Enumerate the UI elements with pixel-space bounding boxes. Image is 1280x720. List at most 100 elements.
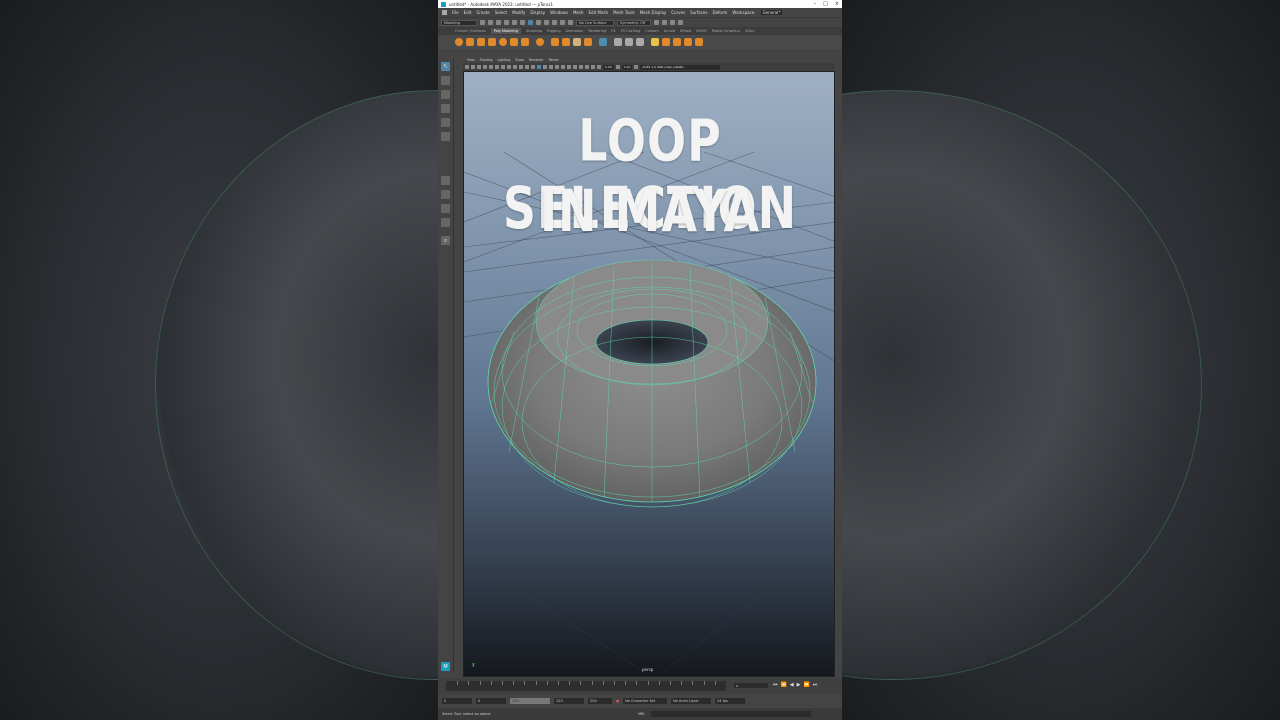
menu-mesh[interactable]: Mesh <box>573 10 584 15</box>
grid-toggle-icon[interactable] <box>489 65 493 69</box>
resolution-gate-icon[interactable] <box>501 65 505 69</box>
field-chart-icon[interactable] <box>513 65 517 69</box>
anim-layer-dropdown[interactable]: No Anim Layer <box>671 698 712 704</box>
target-weld-icon[interactable] <box>662 38 670 46</box>
isolate-select-icon[interactable] <box>579 65 583 69</box>
undo-icon[interactable] <box>504 20 509 25</box>
single-view-icon[interactable] <box>441 176 450 185</box>
shelf-tab-fx-caching[interactable]: FX Caching <box>621 29 641 33</box>
search-icon[interactable]: ⌕ <box>441 236 450 245</box>
bridge-icon[interactable] <box>625 38 633 46</box>
home-icon[interactable] <box>442 10 447 15</box>
fps-dropdown[interactable]: 24 fps <box>715 698 746 704</box>
gate-mask-icon[interactable] <box>507 65 511 69</box>
animation-start-field[interactable]: 0 <box>442 698 472 704</box>
shadows-icon[interactable] <box>555 65 559 69</box>
playback-end-field[interactable]: 120 <box>554 698 584 704</box>
safe-action-icon[interactable] <box>519 65 523 69</box>
snap-grid-icon[interactable] <box>544 20 549 25</box>
menu-create[interactable]: Create <box>476 10 489 15</box>
poly-disc-icon[interactable] <box>521 38 529 46</box>
smooth-icon[interactable] <box>695 38 703 46</box>
symmetry-dropdown[interactable]: Symmetry: Off <box>617 19 651 26</box>
menu-curves[interactable]: Curves <box>671 10 685 15</box>
menu-file[interactable]: File <box>452 10 459 15</box>
panel-menu-view[interactable]: View <box>467 58 475 62</box>
exposure-icon[interactable] <box>597 65 601 69</box>
gamma-field[interactable]: 1.00 <box>621 64 633 70</box>
select-tool-icon[interactable]: ↖ <box>441 62 450 71</box>
shelf-tab-custom[interactable]: Custom <box>645 29 658 33</box>
shelf-tab-xgen[interactable]: XGen <box>745 29 754 33</box>
mirror-icon[interactable] <box>599 38 607 46</box>
shelf-tab-fx[interactable]: FX <box>611 29 615 33</box>
time-slider[interactable]: 0 ⏮ ⏪ ◀ ▶ ⏩ ⏭ <box>438 678 842 694</box>
poly-cube-icon[interactable] <box>466 38 474 46</box>
step-back-icon[interactable]: ⏪ <box>781 682 787 688</box>
ipr-render-icon[interactable] <box>662 20 667 25</box>
shelf-tab-rendering[interactable]: Rendering <box>588 29 606 33</box>
close-button[interactable]: × <box>835 1 839 7</box>
hypershade-icon[interactable] <box>678 20 683 25</box>
shelf-tab-poly-modeling[interactable]: Poly Modeling <box>490 28 521 34</box>
play-back-icon[interactable]: ◀ <box>790 682 794 688</box>
persp-outliner-icon[interactable] <box>441 204 450 213</box>
live-surface-field[interactable]: No Live Surface <box>576 19 614 26</box>
shelf-tab-rigging[interactable]: Rigging <box>547 29 560 33</box>
play-forward-icon[interactable]: ▶ <box>797 682 801 688</box>
bookmark-icon[interactable] <box>477 65 481 69</box>
animation-end-field[interactable]: 200 <box>588 698 612 704</box>
shelf-tab-arnold[interactable]: Arnold <box>664 29 675 33</box>
perspective-viewport[interactable]: LOOP SELECTION IN MAYA y persp <box>463 71 835 677</box>
shelf-tab-mash[interactable]: MASH <box>696 29 706 33</box>
move-tool-icon[interactable] <box>441 104 450 113</box>
snap-point-icon[interactable] <box>560 20 565 25</box>
combine-icon[interactable] <box>584 38 592 46</box>
motion-blur-icon[interactable] <box>567 65 571 69</box>
exposure-field[interactable]: 0.00 <box>603 64 614 70</box>
wireframe-on-shaded-icon[interactable] <box>537 65 541 69</box>
maximize-button[interactable]: □ <box>823 1 828 7</box>
smooth-shade-icon[interactable] <box>531 65 535 69</box>
shelf-tab-curves-surfaces[interactable]: Curves / Surfaces <box>455 29 486 33</box>
camera-attributes-icon[interactable] <box>471 65 475 69</box>
extrude-icon[interactable] <box>614 38 622 46</box>
poly-plane-icon[interactable] <box>510 38 518 46</box>
gamma-icon[interactable] <box>615 65 620 69</box>
menu-edit[interactable]: Edit <box>464 10 472 15</box>
ambient-occlusion-icon[interactable] <box>561 65 565 69</box>
go-to-start-icon[interactable]: ⏮ <box>773 682 778 688</box>
xray-icon[interactable] <box>585 65 589 69</box>
menu-mesh-tools[interactable]: Mesh Tools <box>613 10 635 15</box>
paint-select-tool-icon[interactable] <box>441 90 450 99</box>
polygon-type-icon[interactable] <box>562 38 570 46</box>
svg-icon[interactable] <box>573 38 581 46</box>
menu-modify[interactable]: Modify <box>512 10 525 15</box>
image-plane-icon[interactable] <box>483 65 487 69</box>
colorspace-dropdown[interactable]: ACES 1.0 SDR-video (sRGB) <box>640 64 721 70</box>
time-slider-track[interactable] <box>446 681 726 691</box>
menu-mesh-display[interactable]: Mesh Display <box>640 10 667 15</box>
shelf-tab-bifrost[interactable]: Bifrost <box>680 29 691 33</box>
render-icon[interactable] <box>654 20 659 25</box>
attribute-editor-tabs[interactable] <box>835 57 842 677</box>
panel-menu-show[interactable]: Show <box>515 58 524 62</box>
poly-cylinder-icon[interactable] <box>477 38 485 46</box>
new-scene-icon[interactable] <box>480 20 485 25</box>
anti-aliasing-icon[interactable] <box>573 65 577 69</box>
open-scene-icon[interactable] <box>488 20 493 25</box>
menu-surfaces[interactable]: Surfaces <box>690 10 707 15</box>
panel-menu-lighting[interactable]: Lighting <box>498 58 511 62</box>
redo-icon[interactable] <box>512 20 517 25</box>
super-shapes-icon[interactable] <box>536 38 544 46</box>
step-forward-icon[interactable]: ⏩ <box>803 682 809 688</box>
menuset-dropdown[interactable]: Modeling <box>441 19 477 26</box>
quad-draw-icon[interactable] <box>684 38 692 46</box>
wireframe-icon[interactable] <box>525 65 529 69</box>
xray-joints-icon[interactable] <box>591 65 595 69</box>
textured-icon[interactable] <box>543 65 547 69</box>
panel-menu-shading[interactable]: Shading <box>480 58 493 62</box>
panel-menu-panels[interactable]: Panels <box>549 58 559 62</box>
shelf-tab-motion-graphics[interactable]: Motion Graphics <box>712 29 740 33</box>
shelf-tab-animation[interactable]: Animation <box>566 29 584 33</box>
